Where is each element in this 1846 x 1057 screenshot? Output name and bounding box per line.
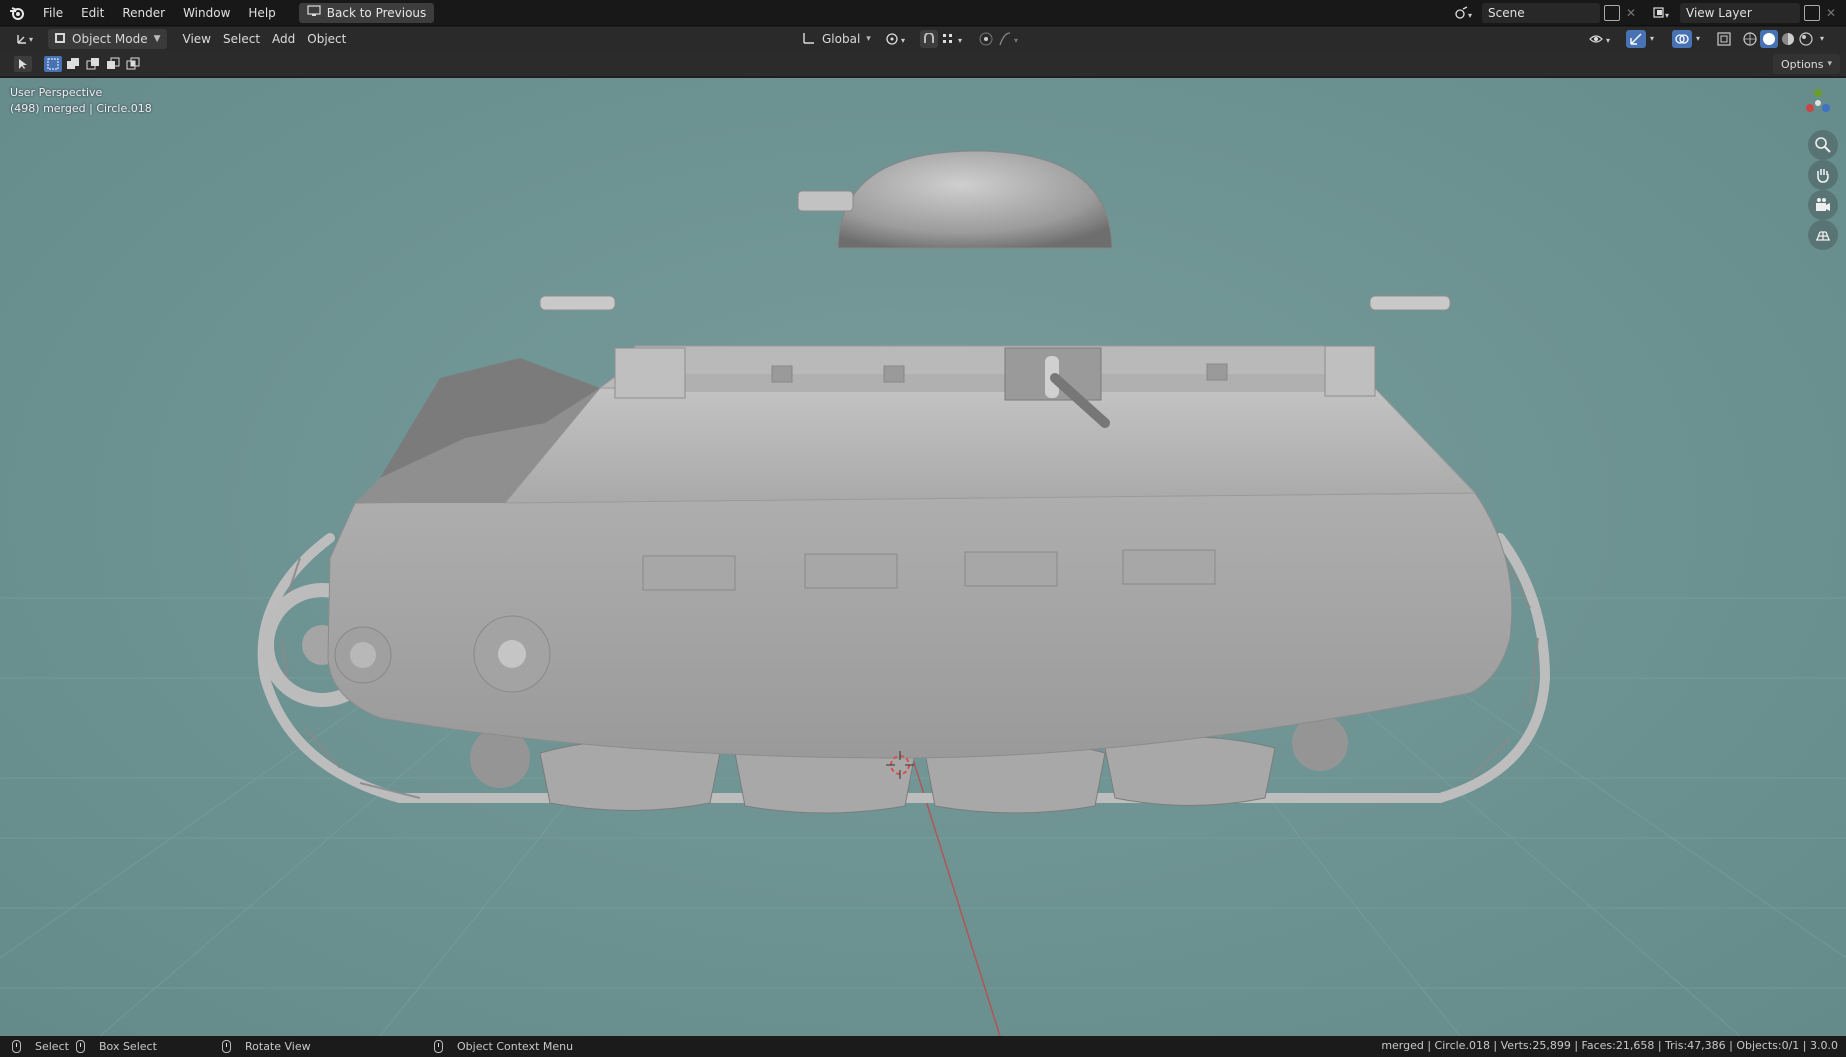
menu-add[interactable]: Add (266, 29, 301, 49)
status-select: Select (12, 1040, 69, 1053)
tool-settings-row: Options ▾ (0, 51, 1846, 77)
status-box-select: Box Select (76, 1040, 157, 1053)
left-sponson (614, 347, 686, 399)
scene-name-field[interactable]: Scene (1482, 3, 1600, 23)
overlays-toggle-icon[interactable] (1672, 30, 1692, 48)
svg-text:▾: ▾ (1014, 36, 1018, 45)
hand-icon[interactable] (1808, 160, 1838, 190)
grid-icon[interactable] (1808, 220, 1838, 250)
status-context-menu: Object Context Menu (434, 1040, 573, 1053)
camera-icon[interactable] (1808, 190, 1838, 220)
svg-text:▾: ▾ (901, 36, 905, 45)
status-rotate-view: Rotate View (222, 1040, 311, 1053)
svg-text:▾: ▾ (958, 36, 962, 45)
menu-file[interactable]: File (34, 0, 72, 26)
mouse-middle-icon (222, 1040, 231, 1053)
menu-view[interactable]: View (177, 29, 217, 49)
menu-help[interactable]: Help (239, 0, 284, 26)
turret-gun (797, 190, 854, 212)
cube-icon (54, 32, 66, 47)
hull-upper (503, 382, 1477, 504)
proportional-editing-icon[interactable] (978, 31, 994, 47)
axes-icon: ▾ (16, 31, 38, 48)
overlays-dropdown-icon[interactable]: ▾ (1696, 31, 1708, 47)
gizmo-toggle-icon[interactable] (1626, 30, 1646, 48)
editor-type-button[interactable]: ▾ (10, 29, 44, 49)
active-tool-icon[interactable] (14, 56, 32, 72)
shading-solid-icon[interactable] (1760, 30, 1778, 48)
back-to-previous-button[interactable]: Back to Previous (298, 2, 435, 23)
mouse-drag-icon (76, 1040, 85, 1053)
shading-dropdown-icon[interactable]: ▾ (1820, 31, 1832, 47)
new-scene-icon[interactable] (1604, 5, 1620, 21)
falloff-icon[interactable]: ▾ (998, 31, 1026, 47)
select-mode-invert-icon[interactable] (104, 56, 122, 72)
scene-statistics: merged | Circle.018 | Verts:25,899 | Fac… (1381, 1039, 1838, 1052)
scene-selector-icon[interactable]: ▾ (1452, 4, 1478, 22)
perspective-label: User Perspective (10, 86, 103, 99)
svg-text:▾: ▾ (1606, 36, 1610, 45)
select-mode-intersect-icon[interactable] (124, 56, 142, 72)
xray-toggle-icon[interactable] (1716, 31, 1732, 47)
delete-view-layer-icon[interactable]: ✕ (1826, 4, 1840, 22)
menu-edit[interactable]: Edit (72, 0, 113, 26)
select-mode-extend-icon[interactable] (64, 56, 82, 72)
snap-target-icon[interactable]: ▾ (940, 30, 970, 48)
axis-gizmo (1806, 89, 1830, 112)
transform-orientation-label: Global (822, 32, 861, 46)
options-label: Options (1781, 57, 1824, 71)
shading-material-icon[interactable] (1780, 31, 1796, 47)
status-bar: Select Box Select Rotate View Object Con… (0, 1036, 1846, 1057)
svg-text:▾: ▾ (29, 35, 33, 44)
menu-select[interactable]: Select (217, 29, 266, 49)
menu-window[interactable]: Window (174, 0, 239, 26)
object-mode-label: Object Mode (72, 32, 148, 46)
gizmo-dropdown-icon[interactable]: ▾ (1650, 31, 1662, 47)
object-info-label: (498) merged | Circle.018 (10, 102, 152, 115)
3d-viewport[interactable]: User Perspective (498) merged | Circle.0… (0, 78, 1846, 1036)
right-sponson (1324, 345, 1376, 397)
visibility-icon[interactable]: ▾ (1588, 31, 1618, 47)
svg-text:▾: ▾ (1665, 11, 1669, 20)
blender-logo-icon[interactable] (0, 0, 34, 26)
menu-object[interactable]: Object (301, 29, 352, 49)
svg-text:▾: ▾ (1468, 11, 1472, 20)
transform-orientation-dropdown[interactable]: Global ▾ (798, 29, 875, 49)
delete-scene-icon[interactable]: ✕ (1626, 4, 1640, 22)
shading-wireframe-icon[interactable] (1742, 31, 1758, 47)
select-mode-new-icon[interactable] (44, 56, 62, 72)
scene-render (0, 89, 1846, 1036)
front-gun (539, 295, 616, 311)
mouse-left-icon (12, 1040, 21, 1053)
mouse-right-icon (434, 1040, 443, 1053)
view-layer-name-field[interactable]: View Layer (1680, 3, 1800, 23)
chevron-down-icon: ▾ (866, 34, 871, 44)
select-mode-subtract-icon[interactable] (84, 56, 102, 72)
rear-gun (1369, 295, 1451, 311)
view-layer-selector-icon[interactable]: ▾ (1650, 4, 1676, 22)
orientation-axes-icon (802, 31, 816, 48)
object-mode-dropdown[interactable]: Object Mode ▼ (48, 29, 167, 49)
turret-dome (837, 150, 1113, 249)
viewport-header: ▾ Object Mode ▼ View Select Add Object G… (0, 27, 1846, 51)
zoom-icon[interactable] (1808, 130, 1838, 160)
options-dropdown[interactable]: Options ▾ (1773, 54, 1840, 74)
screen-icon (307, 5, 321, 20)
top-menu-bar: File Edit Render Window Help Back to Pre… (0, 0, 1846, 26)
shading-rendered-icon[interactable] (1798, 31, 1814, 47)
new-view-layer-icon[interactable] (1804, 5, 1820, 21)
chevron-down-icon: ▼ (153, 34, 161, 44)
chevron-down-icon: ▾ (1827, 59, 1832, 69)
menu-render[interactable]: Render (113, 0, 174, 26)
pivot-point-icon[interactable]: ▾ (884, 31, 912, 47)
back-to-previous-label: Back to Previous (326, 5, 427, 20)
snap-toggle-icon[interactable] (920, 30, 938, 48)
